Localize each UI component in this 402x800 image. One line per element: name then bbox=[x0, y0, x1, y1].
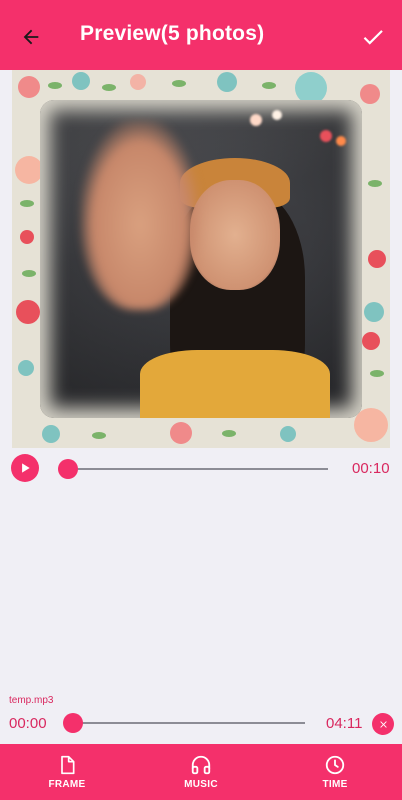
arrow-left-icon bbox=[23, 29, 39, 45]
tab-time-label: TIME bbox=[322, 779, 348, 790]
frame-flower bbox=[18, 76, 40, 98]
frame-flower bbox=[364, 302, 384, 322]
photo-bokeh bbox=[272, 110, 282, 120]
close-icon bbox=[379, 720, 387, 728]
back-button[interactable] bbox=[14, 20, 48, 54]
tab-frame-label: FRAME bbox=[48, 779, 86, 790]
frame-leaf bbox=[22, 270, 36, 277]
photo-top bbox=[140, 350, 330, 418]
photo-bokeh bbox=[250, 114, 262, 126]
preview-seek-thumb[interactable] bbox=[58, 459, 78, 479]
music-seek-thumb[interactable] bbox=[63, 713, 83, 733]
frame-flower bbox=[368, 250, 386, 268]
photo-hand bbox=[80, 120, 200, 310]
tab-time[interactable]: TIME bbox=[268, 744, 402, 800]
frame-flower bbox=[18, 360, 34, 376]
music-current-time: 00:00 bbox=[9, 715, 47, 732]
music-seek-track[interactable] bbox=[73, 722, 305, 724]
play-button[interactable] bbox=[11, 454, 39, 482]
frame-flower bbox=[15, 156, 43, 184]
frame-leaf bbox=[172, 80, 186, 87]
frame-flower bbox=[42, 425, 60, 443]
photo-bokeh bbox=[336, 136, 346, 146]
preview-duration: 00:10 bbox=[352, 460, 390, 477]
frame-leaf bbox=[92, 432, 106, 439]
frame-flower bbox=[20, 230, 34, 244]
top-app-bar: Preview(5 photos) bbox=[0, 0, 402, 70]
check-icon bbox=[363, 30, 383, 45]
confirm-button[interactable] bbox=[356, 20, 390, 54]
preview-seek-track[interactable] bbox=[68, 468, 328, 470]
frame-flower bbox=[170, 422, 192, 444]
page-title: Preview(5 photos) bbox=[80, 22, 265, 45]
frame-leaf bbox=[102, 84, 116, 91]
music-file-name: temp.mp3 bbox=[9, 695, 54, 706]
frame-flower bbox=[130, 74, 146, 90]
preview-player: 00:10 bbox=[0, 452, 402, 486]
frame-leaf bbox=[222, 430, 236, 437]
bottom-nav: FRAME MUSIC TIME bbox=[0, 744, 402, 800]
clock-icon bbox=[325, 755, 345, 775]
frame-leaf bbox=[370, 370, 384, 377]
frame-leaf bbox=[262, 82, 276, 89]
headphones-icon bbox=[191, 755, 211, 775]
frame-flower bbox=[354, 408, 388, 442]
tab-frame[interactable]: FRAME bbox=[0, 744, 134, 800]
frame-flower bbox=[16, 300, 40, 324]
photo-bokeh bbox=[320, 130, 332, 142]
remove-music-button[interactable] bbox=[372, 713, 394, 735]
frame-flower bbox=[280, 426, 296, 442]
file-icon bbox=[61, 755, 75, 775]
frame-leaf bbox=[48, 82, 62, 89]
frame-flower bbox=[360, 84, 380, 104]
play-icon bbox=[22, 463, 30, 473]
music-total-time: 04:11 bbox=[326, 715, 363, 732]
frame-flower bbox=[72, 72, 90, 90]
frame-flower bbox=[217, 72, 237, 92]
photo-face bbox=[190, 180, 280, 290]
frame-leaf bbox=[368, 180, 382, 187]
photo-preview-frame bbox=[12, 70, 390, 448]
tab-music[interactable]: MUSIC bbox=[134, 744, 268, 800]
frame-flower bbox=[362, 332, 380, 350]
tab-music-label: MUSIC bbox=[184, 779, 218, 790]
frame-leaf bbox=[20, 200, 34, 207]
preview-photo bbox=[40, 100, 362, 418]
